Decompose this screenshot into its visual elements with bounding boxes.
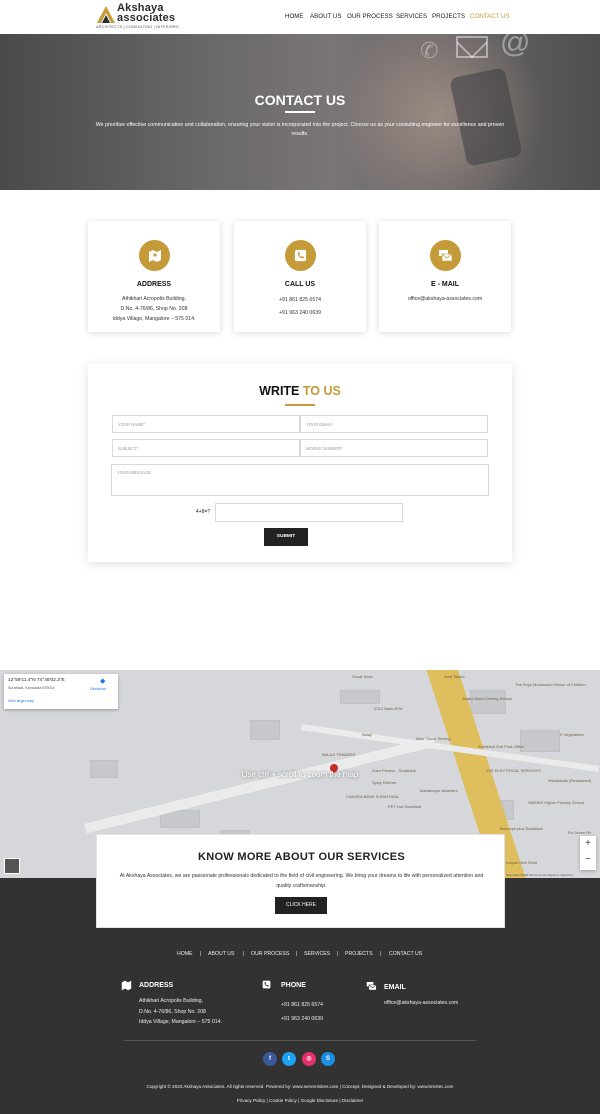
footer-nav-home[interactable]: HOME	[177, 951, 193, 957]
footer-phone-number[interactable]: +91 861 825 6574	[281, 998, 323, 1012]
email-card: E - MAIL office@akshaya-associates.com	[379, 221, 511, 332]
page-title: CONTACT US	[254, 92, 346, 108]
email-card-lines: office@akshaya-associates.com	[379, 294, 511, 304]
map-address: Surathkal, Karnataka 575014	[8, 686, 55, 690]
captcha-label: 4+8=?	[196, 509, 211, 515]
footer-address-line: D.No. 4-76/86, Shop No. 208	[139, 1008, 206, 1015]
site-header: Akshaya associates ARCHITECTS | CONSULTI…	[0, 0, 600, 34]
phone-number[interactable]: +91 861 825 6574	[234, 294, 366, 307]
footer-nav-separator: |	[243, 951, 245, 957]
footer-address-title: ADDRESS	[139, 982, 174, 989]
services-promo: KNOW MORE ABOUT OUR SERVICES At Akshaya …	[96, 834, 505, 928]
address-card-lines: Athikhari Acropolis Building, D.No. 4-76…	[88, 294, 220, 324]
nav-our-process[interactable]: OUR PROCESS	[347, 13, 393, 20]
email-icon	[366, 981, 377, 993]
skype-icon[interactable]: S	[321, 1052, 335, 1066]
zoom-out-button[interactable]: −	[580, 852, 596, 868]
captcha-field[interactable]	[215, 503, 403, 522]
email-card-title: E - MAIL	[431, 281, 459, 288]
footer-email-address[interactable]: office@akshaya-associates.com	[384, 1000, 458, 1006]
mobile-field[interactable]	[300, 439, 488, 457]
directions-icon[interactable]: ◆	[100, 677, 105, 685]
zoom-in-button[interactable]: +	[580, 836, 596, 852]
map-satellite-toggle[interactable]	[4, 858, 20, 874]
phone-icon	[262, 980, 271, 991]
footer-nav-separator: |	[296, 951, 298, 957]
instagram-icon[interactable]: ◎	[302, 1052, 316, 1066]
call-card-lines: +91 861 825 6574 +91 963 240 0639	[234, 294, 366, 320]
logo-mark-icon	[97, 6, 115, 23]
phone-handset-icon: ✆	[420, 38, 439, 63]
hero-description: We prioritize effective communication an…	[95, 122, 505, 137]
subject-field[interactable]	[112, 439, 300, 457]
logo[interactable]: Akshaya associates ARCHITECTS | CONSULTI…	[96, 3, 186, 31]
hero-banner: @ ✆ CONTACT US We prioritize effective c…	[0, 34, 600, 190]
view-larger-map-link[interactable]: View larger map	[8, 699, 34, 703]
form-title-part2: TO US	[302, 384, 341, 398]
logo-name: Akshaya associates	[117, 3, 176, 24]
form-title-part1: WRITE	[259, 384, 300, 398]
footer-email-lines: office@akshaya-associates.com	[384, 1000, 458, 1006]
call-card: CALL US +91 861 825 6574 +91 963 240 063…	[234, 221, 366, 332]
nav-projects[interactable]: PROJECTS	[432, 13, 465, 20]
click-here-button[interactable]: CLICK HERE	[275, 897, 327, 914]
submit-button[interactable]: SUBMIT	[264, 528, 308, 546]
policy-links[interactable]: Privacy Policy | Cookie Policy | Google …	[0, 1098, 600, 1103]
footer-nav-separator: |	[337, 951, 339, 957]
map-icon	[121, 980, 132, 993]
envelope-icon	[456, 36, 488, 58]
nav-about-us[interactable]: ABOUT US	[310, 13, 342, 20]
logo-tagline: ARCHITECTS | CONSULTING | INTERIORS	[96, 25, 179, 29]
address-line: D.No. 4-76/86, Shop No. 208	[120, 306, 188, 312]
map-icon	[139, 240, 170, 271]
title-underline	[285, 111, 315, 113]
nav-services[interactable]: SERVICES	[396, 13, 427, 20]
map-zoom-hint: Use ctrl + scroll to zoom the map	[241, 770, 359, 779]
footer-email-title: EMAIL	[384, 984, 406, 991]
promo-title: KNOW MORE ABOUT OUR SERVICES	[197, 851, 406, 863]
twitter-icon[interactable]: t	[282, 1052, 296, 1066]
footer-phone-lines: +91 861 825 6574 +91 963 240 0639	[281, 998, 323, 1026]
facebook-icon[interactable]: f	[263, 1052, 277, 1066]
footer-nav-about-us[interactable]: ABOUT US	[208, 951, 234, 957]
footer-address-line: Athikhari Acropolis Building,	[139, 998, 204, 1004]
at-sign-icon: @	[500, 34, 531, 59]
nav-contact-us[interactable]: CONTACT US	[470, 13, 510, 20]
address-line: Athikhari Acropolis Building,	[121, 296, 186, 302]
footer-nav-projects[interactable]: PROJECTS	[345, 951, 373, 957]
footer-address-line: Iddya Village, Mangalore – 575 014.	[139, 1019, 222, 1025]
footer-phone-title: PHONE	[281, 982, 306, 989]
map-coordinates: 12°59'11.4"N 74°48'02.3"E	[8, 678, 65, 683]
footer-divider	[124, 1040, 476, 1041]
map-info-card: 12°59'11.4"N 74°48'02.3"E Surathkal, Kar…	[4, 674, 118, 709]
phone-icon	[285, 240, 316, 271]
footer-nav-separator: |	[200, 951, 202, 957]
email-address[interactable]: office@akshaya-associates.com	[379, 294, 511, 304]
call-card-title: CALL US	[284, 281, 316, 288]
promo-text: At Akshaya Associates, we are passionate…	[119, 873, 484, 889]
message-field[interactable]	[111, 464, 489, 496]
copyright-text: Copyright © 2023 Akshaya Associates. All…	[146, 1084, 454, 1089]
logo-name-line2: associates	[117, 11, 176, 24]
name-field[interactable]	[112, 415, 300, 433]
footer-phone-number[interactable]: +91 963 240 0639	[281, 1012, 323, 1026]
address-card: ADDRESS Athikhari Acropolis Building, D.…	[88, 221, 220, 332]
email-field[interactable]	[300, 415, 488, 433]
form-title: WRITE TO US	[88, 384, 512, 398]
footer-address-lines: Athikhari Acropolis Building, D.No. 4-76…	[139, 996, 222, 1028]
map-zoom-control: + −	[580, 836, 596, 870]
footer-nav-contact-us[interactable]: CONTACT US	[389, 951, 422, 957]
footer-nav-separator: |	[380, 951, 382, 957]
nav-home[interactable]: HOME	[285, 13, 304, 20]
map-attribution: Map data ©2023 Terms of Use Report a map…	[506, 873, 573, 877]
address-line: Iddya Village, Mangalore – 575 014.	[112, 316, 196, 322]
footer-nav-our-process[interactable]: OUR PROCESS	[251, 951, 289, 957]
form-title-underline	[285, 404, 315, 406]
contact-form: WRITE TO US 4+8=? SUBMIT	[88, 364, 512, 562]
phone-number[interactable]: +91 963 240 0639	[234, 307, 366, 320]
address-card-title: ADDRESS	[136, 281, 172, 288]
footer-nav-services[interactable]: SERVICES	[304, 951, 330, 957]
directions-link[interactable]: Directions	[90, 687, 106, 691]
email-icon	[430, 240, 461, 271]
